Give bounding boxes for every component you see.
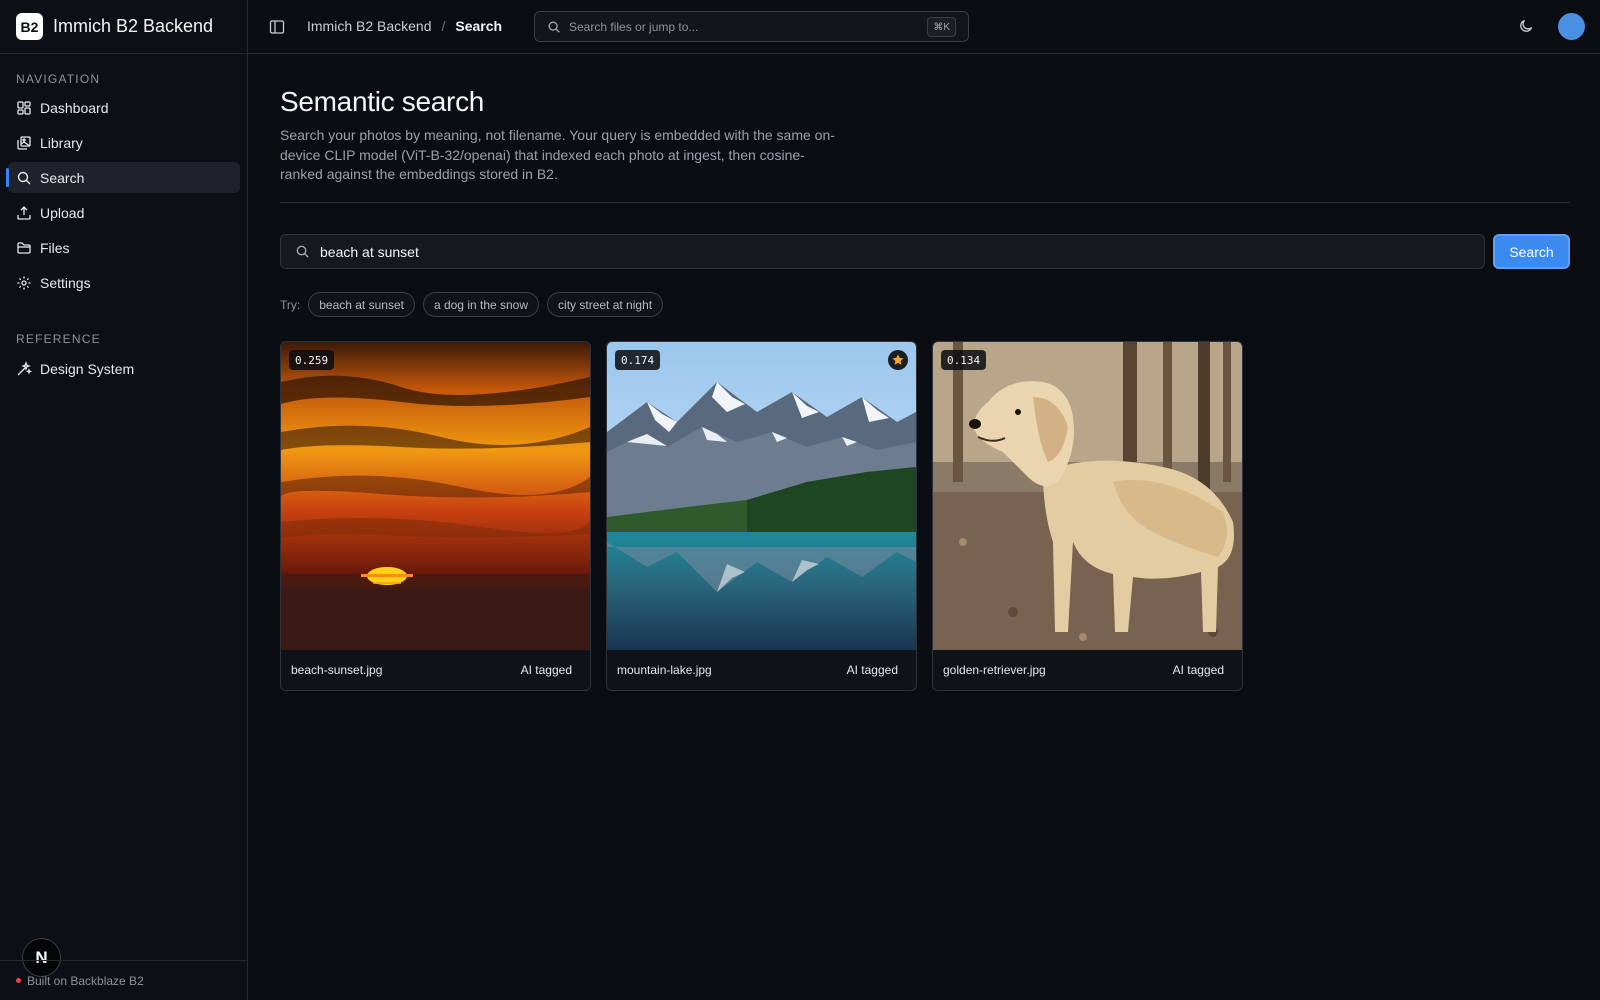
search-button[interactable]: Search — [1493, 234, 1570, 269]
sidebar-item-design-system[interactable]: Design System — [8, 353, 240, 384]
result-card[interactable]: 0.174 mountain-lake.jpg AI tagged — [606, 341, 917, 691]
try-label: Try: — [280, 297, 301, 312]
sidebar: B2 Immich B2 Backend NAVIGATION Dashboar… — [0, 0, 248, 1000]
sidebar-item-library[interactable]: Library — [8, 127, 240, 158]
ai-tag-badge: AI tagged — [1172, 663, 1224, 677]
breadcrumb-separator: / — [441, 18, 446, 34]
suggestion-chip[interactable]: beach at sunset — [308, 292, 415, 317]
photo-thumbnail-beach-sunset[interactable]: 0.259 — [281, 342, 590, 650]
reference-list: Design System — [8, 353, 240, 388]
sidebar-item-label: Files — [40, 239, 70, 256]
sidebar-item-label: Design System — [40, 360, 135, 377]
breadcrumb-current: Search — [455, 18, 503, 34]
global-search-input[interactable]: Search files or jump to... ⌘K — [534, 11, 969, 42]
suggestion-chip[interactable]: a dog in the snow — [422, 292, 540, 317]
sidebar-item-label: Upload — [40, 204, 85, 221]
card-footer: beach-sunset.jpg AI tagged — [281, 650, 590, 690]
gear-icon — [16, 275, 32, 291]
similarity-score: 0.174 — [615, 350, 661, 370]
search-icon — [295, 244, 310, 259]
sidebar-toggle-icon[interactable] — [268, 18, 286, 36]
brand[interactable]: B2 Immich B2 Backend — [0, 0, 247, 54]
card-footer: mountain-lake.jpg AI tagged — [607, 650, 916, 690]
search-query-value: beach at sunset — [320, 243, 419, 260]
sidebar-item-label: Settings — [40, 274, 91, 291]
shortcut-hint: ⌘K — [927, 17, 956, 37]
result-card[interactable]: 0.134 golden-retriever.jpg AI tagged — [932, 341, 1243, 691]
global-search-placeholder: Search files or jump to... — [569, 19, 699, 34]
semantic-search-input[interactable]: beach at sunset — [280, 234, 1485, 269]
brand-logo: B2 — [16, 13, 43, 40]
star-icon[interactable] — [888, 350, 908, 370]
dashboard-icon — [16, 100, 32, 116]
suggestion-chip[interactable]: city street at night — [547, 292, 664, 317]
breadcrumb-root[interactable]: Immich B2 Backend — [307, 18, 432, 34]
search-icon — [16, 170, 32, 186]
sidebar-item-search[interactable]: Search — [6, 162, 240, 193]
status-dot — [16, 978, 21, 983]
filename: golden-retriever.jpg — [943, 663, 1046, 677]
similarity-score: 0.134 — [941, 350, 987, 370]
card-footer: golden-retriever.jpg AI tagged — [933, 650, 1242, 690]
ai-tag-badge: AI tagged — [520, 663, 572, 677]
sidebar-item-label: Search — [40, 169, 85, 186]
results-grid: 0.259 beach-sunset.jpg AI tagged 0.174 m… — [280, 341, 1258, 691]
result-card[interactable]: 0.259 beach-sunset.jpg AI tagged — [280, 341, 591, 691]
nav-list: Dashboard Library Search Upload Files Se… — [6, 92, 240, 302]
filename: beach-sunset.jpg — [291, 663, 383, 677]
brand-name: Immich B2 Backend — [53, 16, 214, 36]
sparkles-icon — [16, 360, 32, 377]
sidebar-item-upload[interactable]: Upload — [8, 197, 240, 228]
upload-icon — [16, 205, 32, 221]
divider — [280, 202, 1570, 203]
photo-thumbnail-mountain-lake[interactable]: 0.174 — [607, 342, 916, 650]
sidebar-item-settings[interactable]: Settings — [8, 267, 240, 298]
library-icon — [16, 135, 32, 151]
sidebar-item-label: Dashboard — [40, 99, 109, 116]
nav-section-title-navigation: NAVIGATION — [16, 72, 101, 86]
search-icon — [547, 20, 561, 34]
sidebar-item-label: Library — [40, 134, 83, 151]
page-title: Semantic search — [280, 86, 485, 117]
sidebar-item-dashboard[interactable]: Dashboard — [8, 92, 240, 123]
suggestions-row: Try: beach at sunset a dog in the snow c… — [280, 292, 664, 317]
similarity-score: 0.259 — [289, 350, 335, 370]
ai-tag-badge: AI tagged — [846, 663, 898, 677]
photo-thumbnail-golden-retriever[interactable]: 0.134 — [933, 342, 1242, 650]
sidebar-item-files[interactable]: Files — [8, 232, 240, 263]
folder-icon — [16, 240, 32, 256]
filename: mountain-lake.jpg — [617, 663, 712, 677]
breadcrumb: Immich B2 Backend / Search — [307, 18, 502, 34]
page-description: Search your photos by meaning, not filen… — [280, 127, 835, 182]
topbar: Immich B2 Backend / Search Search files … — [248, 0, 1600, 54]
nav-section-title-reference: REFERENCE — [16, 332, 101, 346]
moon-icon[interactable] — [1518, 18, 1534, 34]
footer-text: Built on Backblaze B2 — [27, 973, 144, 988]
sidebar-footer: Built on Backblaze B2 — [0, 960, 247, 1000]
avatar[interactable] — [1558, 13, 1585, 40]
